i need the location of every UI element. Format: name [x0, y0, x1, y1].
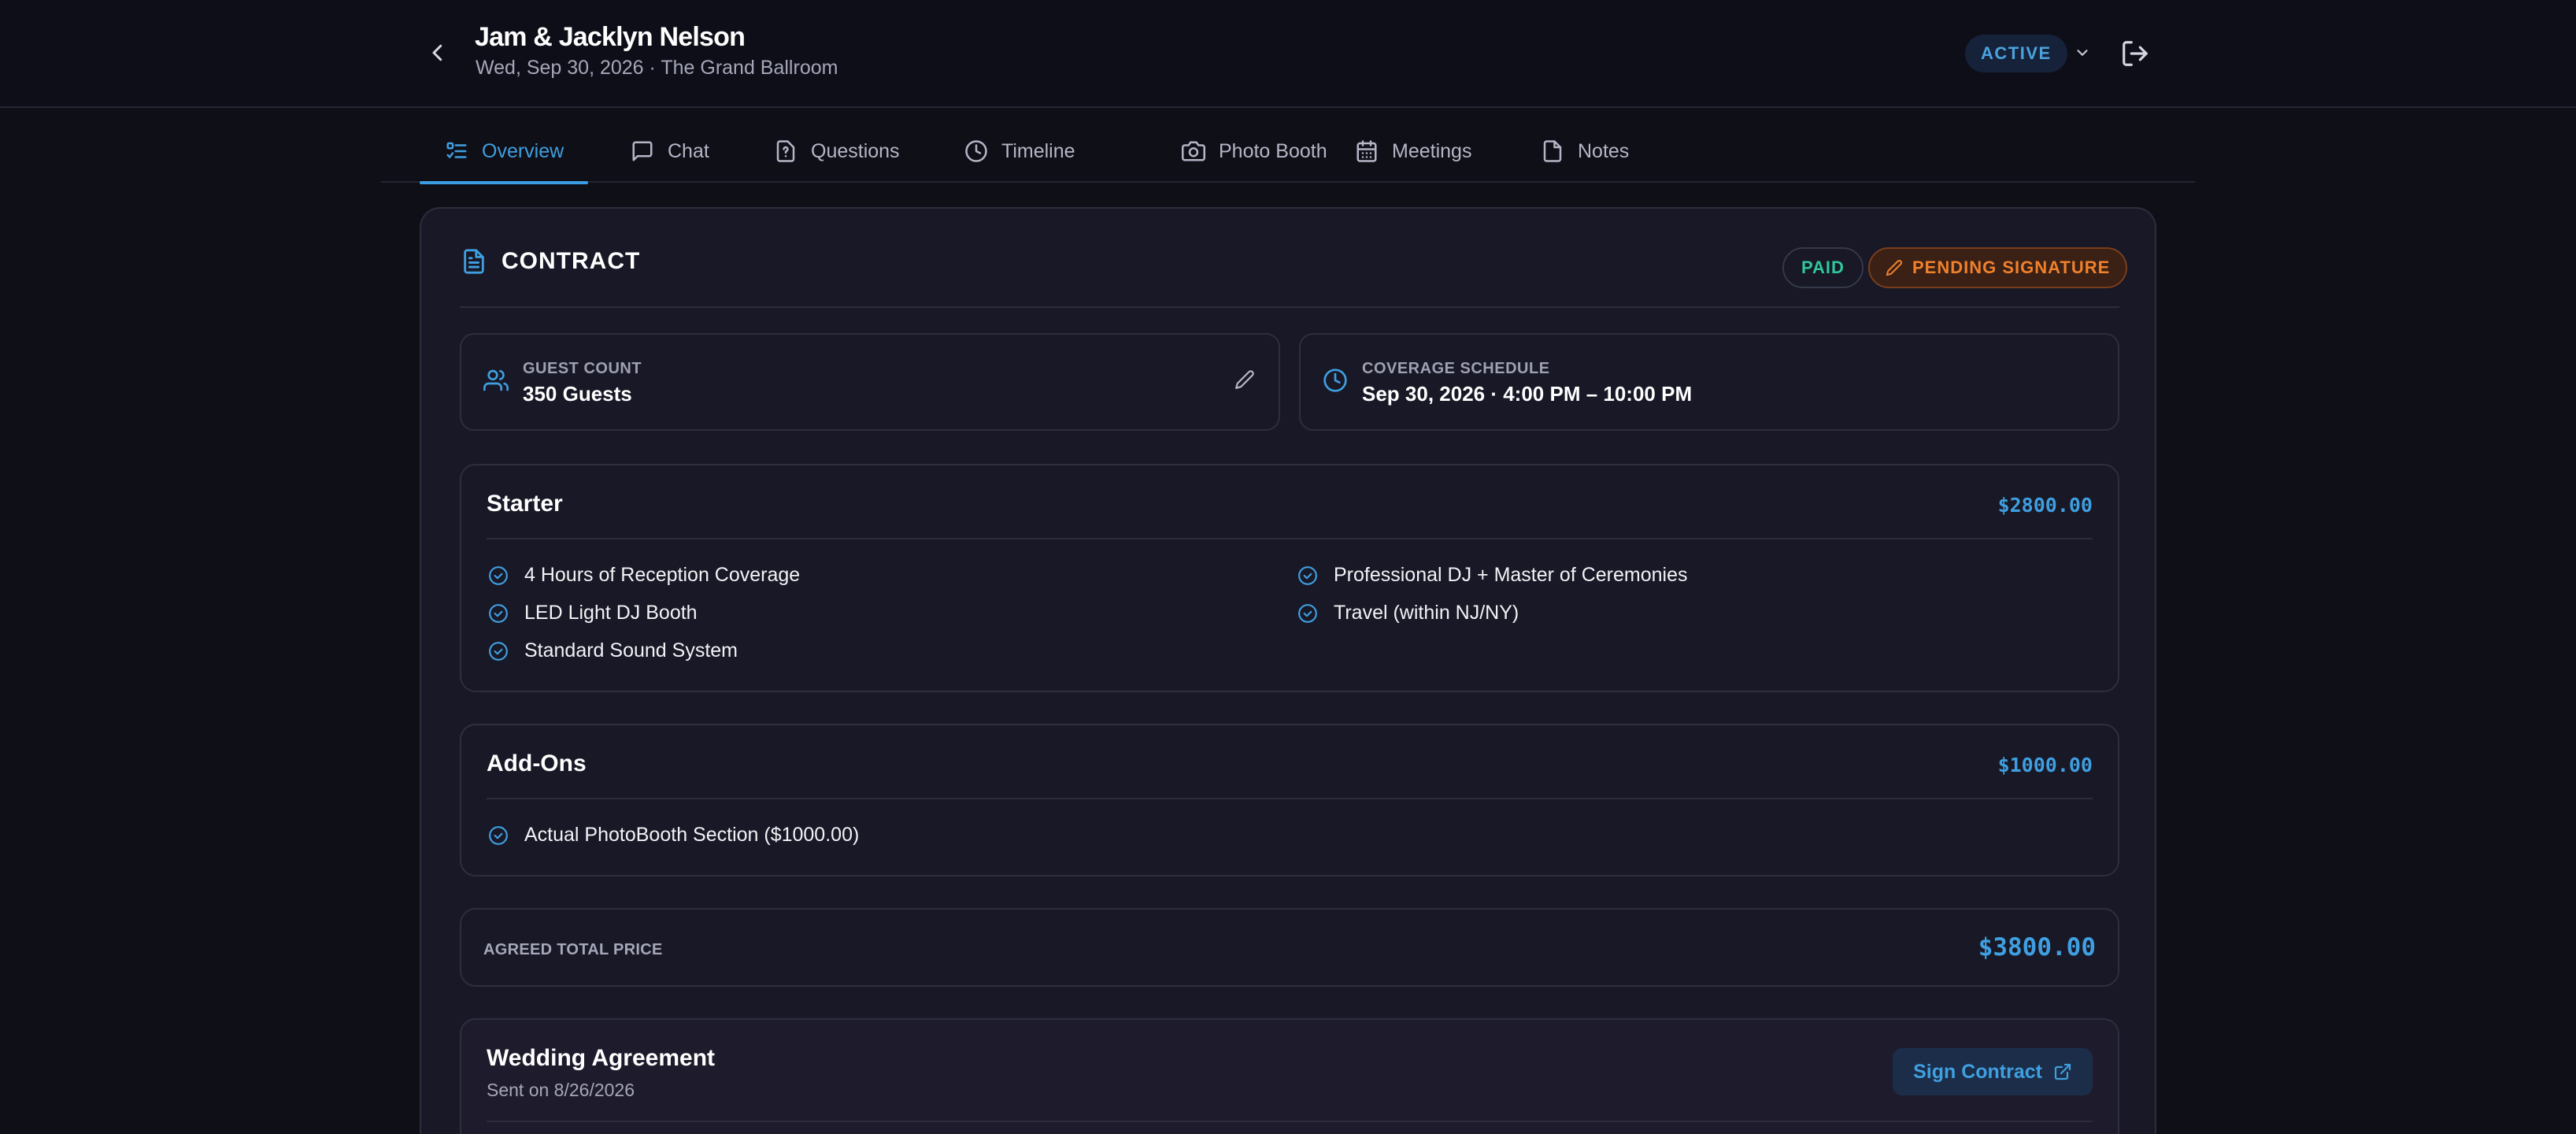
status-badge[interactable]: ACTIVE [1965, 35, 2067, 72]
feature-label: Standard Sound System [524, 639, 738, 662]
tab-label: Timeline [1001, 139, 1075, 162]
agreement-divider [487, 1121, 2093, 1122]
check-circle-icon [1298, 603, 1317, 623]
guest-count-value: 350 Guests [523, 382, 632, 406]
addon-label: Actual PhotoBooth Section ($1000.00) [524, 824, 860, 846]
coverage-value: Sep 30, 2026 · 4:00 PM – 10:00 PM [1362, 382, 1693, 406]
check-circle-icon [489, 565, 508, 585]
addons-box: Add-Ons $1000.00 Actual PhotoBooth Secti… [460, 724, 2119, 876]
paid-badge: PAID [1782, 247, 1864, 288]
sign-contract-label: Sign Contract [1913, 1060, 2042, 1083]
document-icon [461, 248, 487, 275]
tab-label: Chat [668, 139, 709, 162]
tab-label: Overview [482, 139, 564, 162]
package-name: Starter [487, 491, 563, 517]
agreement-sent-date: Sent on 8/26/2026 [487, 1080, 635, 1100]
tab-overview[interactable]: Overview [419, 120, 589, 184]
feature-item: Professional DJ + Master of Ceremonies [1297, 564, 1688, 587]
agreement-title: Wedding Agreement [487, 1045, 716, 1071]
external-link-icon [2054, 1063, 2071, 1080]
contract-header: CONTRACT [461, 248, 640, 275]
tab-timeline[interactable]: Timeline [964, 120, 1075, 183]
back-button[interactable] [421, 36, 454, 69]
tab-notes[interactable]: Notes [1540, 120, 1629, 183]
guest-count-card: GUEST COUNT 350 Guests [460, 333, 1280, 431]
feature-label: Travel (within NJ/NY) [1334, 602, 1519, 624]
addons-title: Add-Ons [487, 750, 587, 776]
coverage-label: COVERAGE SCHEDULE [1362, 360, 1550, 377]
feature-item: LED Light DJ Booth [488, 602, 698, 624]
tab-label: Photo Booth [1219, 139, 1327, 162]
feature-label: Professional DJ + Master of Ceremonies [1334, 564, 1688, 586]
chevron-left-icon [432, 44, 442, 61]
page-title: Jam & Jacklyn Nelson [475, 22, 746, 52]
logout-button[interactable] [2116, 35, 2154, 72]
message-icon [630, 139, 655, 164]
feature-item: Travel (within NJ/NY) [1297, 602, 1519, 624]
package-divider [487, 538, 2093, 539]
check-circle-icon [489, 603, 508, 623]
total-price-value: $3800.00 [1978, 933, 2096, 962]
coverage-schedule-card: COVERAGE SCHEDULE Sep 30, 2026 · 4:00 PM… [1299, 333, 2119, 431]
guest-count-label: GUEST COUNT [523, 360, 642, 377]
check-circle-icon [489, 825, 508, 845]
status-dropdown-button[interactable] [2071, 41, 2094, 65]
logout-icon [2123, 41, 2148, 66]
total-price-box: AGREED TOTAL PRICE $3800.00 [460, 908, 2119, 987]
tab-label: Meetings [1392, 139, 1472, 162]
tab-bar: Overview Chat Questions Timeline Photo B… [381, 120, 2195, 184]
users-icon [483, 368, 509, 393]
pending-signature-badge: PENDING SIGNATURE [1868, 247, 2128, 288]
calendar-icon [1354, 139, 1379, 164]
sign-contract-button[interactable]: Sign Contract [1893, 1048, 2093, 1095]
clock-icon [1323, 368, 1348, 393]
note-icon [1540, 139, 1565, 164]
clock-icon [964, 139, 989, 164]
package-box: Starter $2800.00 4 Hours of Reception Co… [460, 464, 2119, 692]
tab-questions[interactable]: Questions [773, 120, 900, 183]
contract-panel: CONTRACT PAID PENDING SIGNATURE GUEST CO… [420, 207, 2156, 1134]
question-file-icon [773, 139, 798, 164]
check-circle-icon [1298, 565, 1317, 585]
pencil-icon [1235, 370, 1254, 389]
total-price-label: AGREED TOTAL PRICE [483, 941, 663, 958]
list-check-icon [444, 139, 469, 164]
addons-divider [487, 798, 2093, 799]
edit-guest-count-button[interactable] [1234, 369, 1255, 390]
feature-item: 4 Hours of Reception Coverage [488, 564, 800, 587]
tab-photo-booth[interactable]: Photo Booth [1181, 120, 1327, 183]
tab-label: Questions [811, 139, 900, 162]
event-subtitle: Wed, Sep 30, 2026 · The Grand Ballroom [476, 57, 838, 79]
check-circle-icon [489, 641, 508, 661]
tab-meetings[interactable]: Meetings [1354, 120, 1471, 183]
camera-icon [1181, 139, 1206, 164]
addons-price: $1000.00 [1997, 754, 2093, 776]
pencil-icon [1886, 259, 1903, 276]
feature-label: LED Light DJ Booth [524, 602, 698, 624]
chevron-down-icon [2077, 50, 2088, 56]
top-bar: Jam & Jacklyn Nelson Wed, Sep 30, 2026 ·… [0, 0, 2576, 108]
addon-item: Actual PhotoBooth Section ($1000.00) [488, 824, 859, 847]
pending-label: PENDING SIGNATURE [1912, 258, 2111, 277]
header-divider [460, 306, 2119, 308]
feature-label: 4 Hours of Reception Coverage [524, 564, 801, 586]
feature-item: Standard Sound System [488, 639, 738, 662]
tab-label: Notes [1578, 139, 1630, 162]
tab-chat[interactable]: Chat [630, 120, 709, 183]
contract-title: CONTRACT [502, 248, 641, 274]
agreement-box: Wedding Agreement Sent on 8/26/2026 Sign… [460, 1018, 2119, 1134]
package-price: $2800.00 [1997, 494, 2093, 517]
